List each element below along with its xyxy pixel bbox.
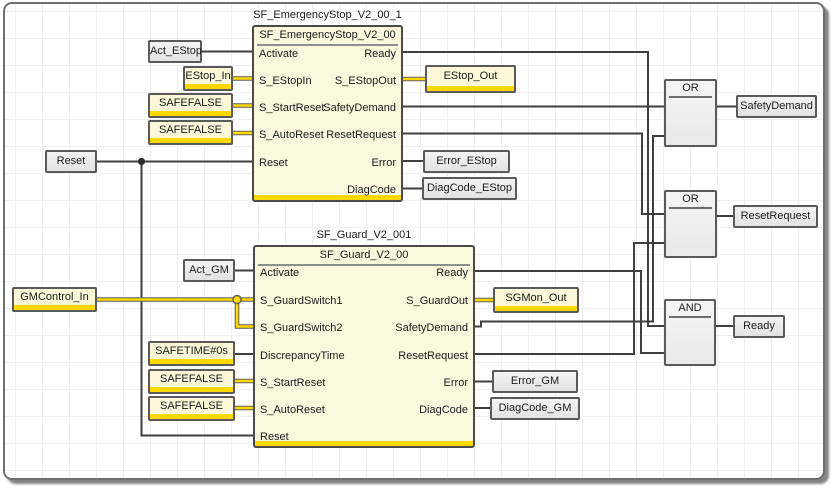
var-box-safefalse-1[interactable]: SAFEFALSE <box>148 93 233 118</box>
gate-or-1-label: OR <box>666 81 715 94</box>
var-box-safefalse-4[interactable]: SAFEFALSE <box>148 396 235 421</box>
var-box-safefalse-3[interactable]: SAFEFALSE <box>148 369 235 394</box>
estop-header-separator <box>257 44 398 46</box>
port-s-startreset: S_StartReset <box>259 101 324 115</box>
var-box-safefalse-2[interactable]: SAFEFALSE <box>148 120 233 145</box>
estop-type-name: SF_EmergencyStop_V2_00 <box>254 27 401 41</box>
port-error: Error <box>372 156 396 170</box>
gate-or-2-label: OR <box>666 192 715 205</box>
port-s-guardout: S_GuardOut <box>406 294 468 308</box>
var-box-error-estop[interactable]: Error_EStop <box>423 150 510 173</box>
gate-or-1-separator <box>669 96 712 98</box>
port-activate: Activate <box>260 266 299 280</box>
var-box-estop-out[interactable]: EStop_Out <box>425 65 516 93</box>
estop-instance-name: SF_EmergencyStop_V2_00_1 <box>232 8 423 22</box>
port-s-autoreset: S_AutoReset <box>260 403 325 417</box>
var-box-resetrequest[interactable]: ResetRequest <box>733 205 818 228</box>
port-s-guardswitch1: S_GuardSwitch1 <box>260 294 343 308</box>
port-safetydemand: SafetyDemand <box>323 101 396 115</box>
gate-or-safetydemand[interactable]: OR <box>664 79 717 147</box>
port-resetrequest: ResetRequest <box>398 349 468 363</box>
var-box-safetime[interactable]: SAFETIME#0s <box>148 341 235 366</box>
port-diagcode: DiagCode <box>347 183 396 197</box>
var-box-act-gm[interactable]: Act_GM <box>183 259 235 282</box>
gate-and-ready[interactable]: AND <box>664 299 716 366</box>
gate-or-2-separator <box>669 207 712 209</box>
var-box-diagcode-estop[interactable]: DiagCode_EStop <box>422 177 517 200</box>
var-box-reset[interactable]: Reset <box>45 150 97 173</box>
port-discrepancytime: DiscrepancyTime <box>260 349 345 363</box>
var-box-estop-in[interactable]: EStop_In <box>183 66 233 91</box>
var-box-ready[interactable]: Ready <box>733 315 785 338</box>
var-box-safetydemand[interactable]: SafetyDemand <box>736 95 817 118</box>
guard-type-name: SF_Guard_V2_00 <box>255 247 473 261</box>
guard-instance-name: SF_Guard_V2_001 <box>258 228 470 242</box>
var-box-sgmon-out[interactable]: SGMon_Out <box>493 287 579 313</box>
port-reset: Reset <box>259 156 288 170</box>
port-reset: Reset <box>260 430 289 444</box>
port-resetrequest: ResetRequest <box>326 128 396 142</box>
port-s-estopout: S_EStopOut <box>335 74 396 88</box>
port-s-autoreset: S_AutoReset <box>259 128 324 142</box>
fbd-editor-canvas: SF_EmergencyStop_V2_00_1 SF_EmergencySto… <box>0 0 835 489</box>
gate-and-label: AND <box>666 301 714 314</box>
function-block-guard-monitoring[interactable]: SF_Guard_V2_00 Activate S_GuardSwitch1 S… <box>253 245 475 448</box>
var-box-act-estop[interactable]: Act_EStop <box>148 40 202 63</box>
var-box-gmcontrol-in[interactable]: GMControl_In <box>12 287 97 312</box>
port-activate: Activate <box>259 47 298 61</box>
port-safetydemand: SafetyDemand <box>395 321 468 335</box>
port-error: Error <box>444 376 468 390</box>
port-diagcode: DiagCode <box>419 403 468 417</box>
var-box-error-gm[interactable]: Error_GM <box>492 370 578 393</box>
function-block-emergency-stop[interactable]: SF_EmergencyStop_V2_00 Activate S_EStopI… <box>252 25 403 202</box>
port-s-guardswitch2: S_GuardSwitch2 <box>260 321 343 335</box>
gate-or-resetrequest[interactable]: OR <box>664 190 717 258</box>
gate-and-separator <box>669 316 711 318</box>
port-s-estopin: S_EStopIn <box>259 74 312 88</box>
port-s-startreset: S_StartReset <box>260 376 325 390</box>
var-box-diagcode-gm[interactable]: DiagCode_GM <box>490 397 580 420</box>
port-ready: Ready <box>364 47 396 61</box>
port-ready: Ready <box>436 266 468 280</box>
